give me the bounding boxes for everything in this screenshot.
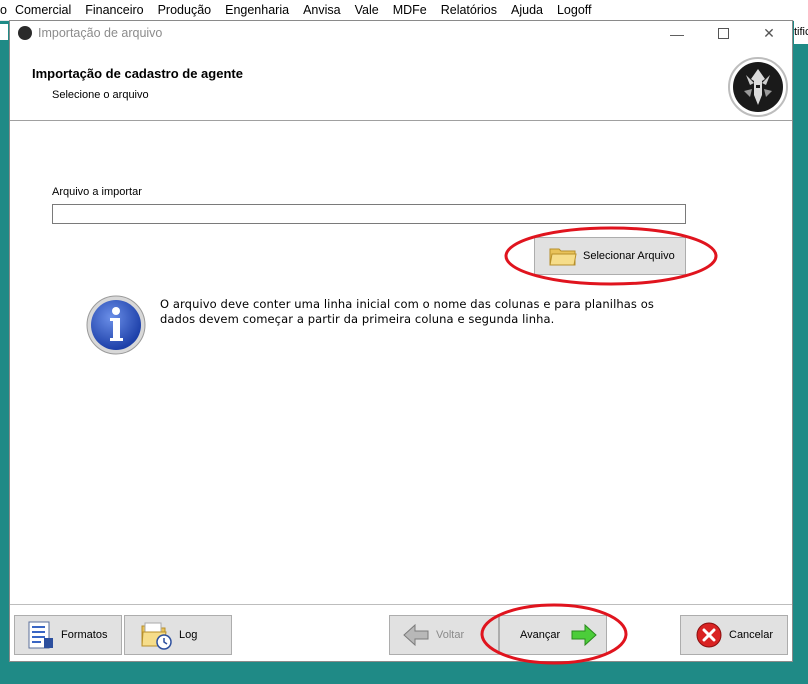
log-button[interactable]: Log bbox=[124, 615, 232, 655]
menu-item-ajuda[interactable]: Ajuda bbox=[511, 3, 543, 17]
wizard-header: Importação de cadastro de agente Selecio… bbox=[10, 46, 792, 121]
avancar-button[interactable]: Avançar bbox=[499, 615, 607, 655]
file-field-label: Arquivo a importar bbox=[52, 186, 142, 198]
avancar-label: Avançar bbox=[520, 629, 561, 641]
select-file-label: Selecionar Arquivo bbox=[583, 250, 675, 262]
maximize-icon bbox=[717, 28, 729, 39]
select-file-button[interactable]: Selecionar Arquivo bbox=[534, 237, 686, 275]
close-button[interactable]: ✕ bbox=[746, 21, 792, 46]
folder-icon bbox=[549, 248, 577, 266]
formatos-button[interactable]: Formatos bbox=[14, 615, 122, 655]
info-icon bbox=[86, 295, 146, 355]
voltar-button[interactable]: Voltar bbox=[389, 615, 499, 655]
formatos-label: Formatos bbox=[61, 629, 108, 641]
minimize-button[interactable]: — bbox=[654, 21, 700, 46]
file-path-input[interactable] bbox=[52, 204, 686, 224]
menu-item-partial[interactable]: o bbox=[0, 3, 7, 17]
maximize-button[interactable] bbox=[700, 21, 746, 46]
menu-item-anvisa[interactable]: Anvisa bbox=[303, 3, 341, 17]
voltar-label: Voltar bbox=[436, 629, 465, 641]
arrow-right-icon bbox=[571, 623, 597, 647]
cancel-x-icon bbox=[696, 622, 722, 648]
document-list-icon bbox=[28, 621, 53, 649]
parent-window-fragment bbox=[0, 24, 8, 40]
menu-item-comercial[interactable]: Comercial bbox=[15, 3, 71, 17]
warrior-logo-icon bbox=[728, 57, 788, 117]
menu-item-producao[interactable]: Produção bbox=[158, 3, 212, 17]
log-label: Log bbox=[179, 629, 198, 641]
cancelar-label: Cancelar bbox=[729, 629, 774, 641]
page-subtitle: Selecione o arquivo bbox=[52, 89, 149, 101]
minimize-icon: — bbox=[670, 25, 684, 42]
app-icon bbox=[18, 26, 32, 40]
menu-item-relatorios[interactable]: Relatórios bbox=[441, 3, 497, 17]
menu-item-vale[interactable]: Vale bbox=[355, 3, 379, 17]
menu-item-financeiro[interactable]: Financeiro bbox=[85, 3, 143, 17]
menu-item-engenharia[interactable]: Engenharia bbox=[225, 3, 289, 17]
close-icon: ✕ bbox=[763, 25, 775, 41]
menu-item-mdfe[interactable]: MDFe bbox=[393, 3, 427, 17]
arrow-left-icon bbox=[403, 623, 429, 647]
page-title: Importação de cadastro de agente bbox=[32, 66, 243, 81]
dialog-title: Importação de arquivo bbox=[38, 26, 163, 40]
import-dialog: Importação de arquivo — ✕ Importação de … bbox=[9, 20, 793, 665]
header-divider bbox=[10, 120, 792, 121]
parent-menubar: o Comercial Financeiro Produção Engenhar… bbox=[0, 0, 808, 21]
menu-item-logoff[interactable]: Logoff bbox=[557, 3, 592, 17]
footer-divider bbox=[10, 604, 792, 605]
parent-window-text-fragment: tific bbox=[794, 20, 808, 44]
dialog-titlebar[interactable]: Importação de arquivo — ✕ bbox=[10, 21, 792, 46]
info-message: O arquivo deve conter uma linha inicial … bbox=[160, 297, 654, 326]
folder-clock-icon bbox=[141, 622, 172, 650]
cancelar-button[interactable]: Cancelar bbox=[680, 615, 788, 655]
